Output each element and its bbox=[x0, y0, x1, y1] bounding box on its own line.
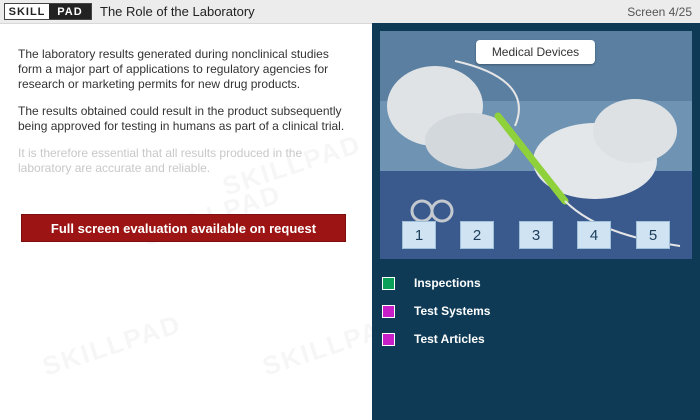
legend-item-test-systems[interactable]: Test Systems bbox=[382, 301, 490, 321]
screen-counter: Screen 4/25 bbox=[627, 5, 692, 19]
header-bar: SKILL PAD The Role of the Laboratory Scr… bbox=[0, 0, 700, 24]
watermark: SKILLPAD bbox=[39, 308, 186, 382]
number-button-2[interactable]: 2 bbox=[460, 221, 494, 249]
paragraph-3: It is therefore essential that all resul… bbox=[18, 146, 303, 175]
legend-label-test-articles: Test Articles bbox=[414, 332, 485, 346]
medical-devices-label: Medical Devices bbox=[476, 40, 595, 64]
test-articles-swatch bbox=[382, 332, 395, 346]
medical-devices-photo: Medical Devices 1 2 3 4 5 bbox=[380, 31, 692, 259]
legend: Inspections Test Systems Test Articles bbox=[382, 273, 490, 357]
legend-label-inspections: Inspections bbox=[414, 276, 481, 290]
number-button-3[interactable]: 3 bbox=[519, 221, 553, 249]
skillpad-logo: SKILL PAD bbox=[4, 3, 92, 20]
test-systems-swatch bbox=[382, 304, 395, 318]
number-button-1[interactable]: 1 bbox=[402, 221, 436, 249]
legend-label-test-systems: Test Systems bbox=[414, 304, 491, 318]
media-panel: Medical Devices 1 2 3 4 5 Inspections Te… bbox=[372, 23, 700, 420]
inspections-swatch bbox=[382, 276, 395, 290]
number-button-5[interactable]: 5 bbox=[636, 221, 670, 249]
number-button-4[interactable]: 4 bbox=[577, 221, 611, 249]
full-screen-evaluation-button[interactable]: Full screen evaluation available on requ… bbox=[21, 214, 346, 242]
paragraph-2: The results obtained could result in the… bbox=[18, 104, 345, 133]
body-text: The laboratory results generated during … bbox=[18, 47, 356, 188]
page-title: The Role of the Laboratory bbox=[100, 4, 255, 19]
legend-item-test-articles[interactable]: Test Articles bbox=[382, 329, 490, 349]
paragraph-1: The laboratory results generated during … bbox=[18, 47, 329, 91]
logo-text-skill: SKILL bbox=[8, 5, 46, 18]
legend-item-inspections[interactable]: Inspections bbox=[382, 273, 490, 293]
logo-text-pad: PAD bbox=[49, 4, 91, 19]
